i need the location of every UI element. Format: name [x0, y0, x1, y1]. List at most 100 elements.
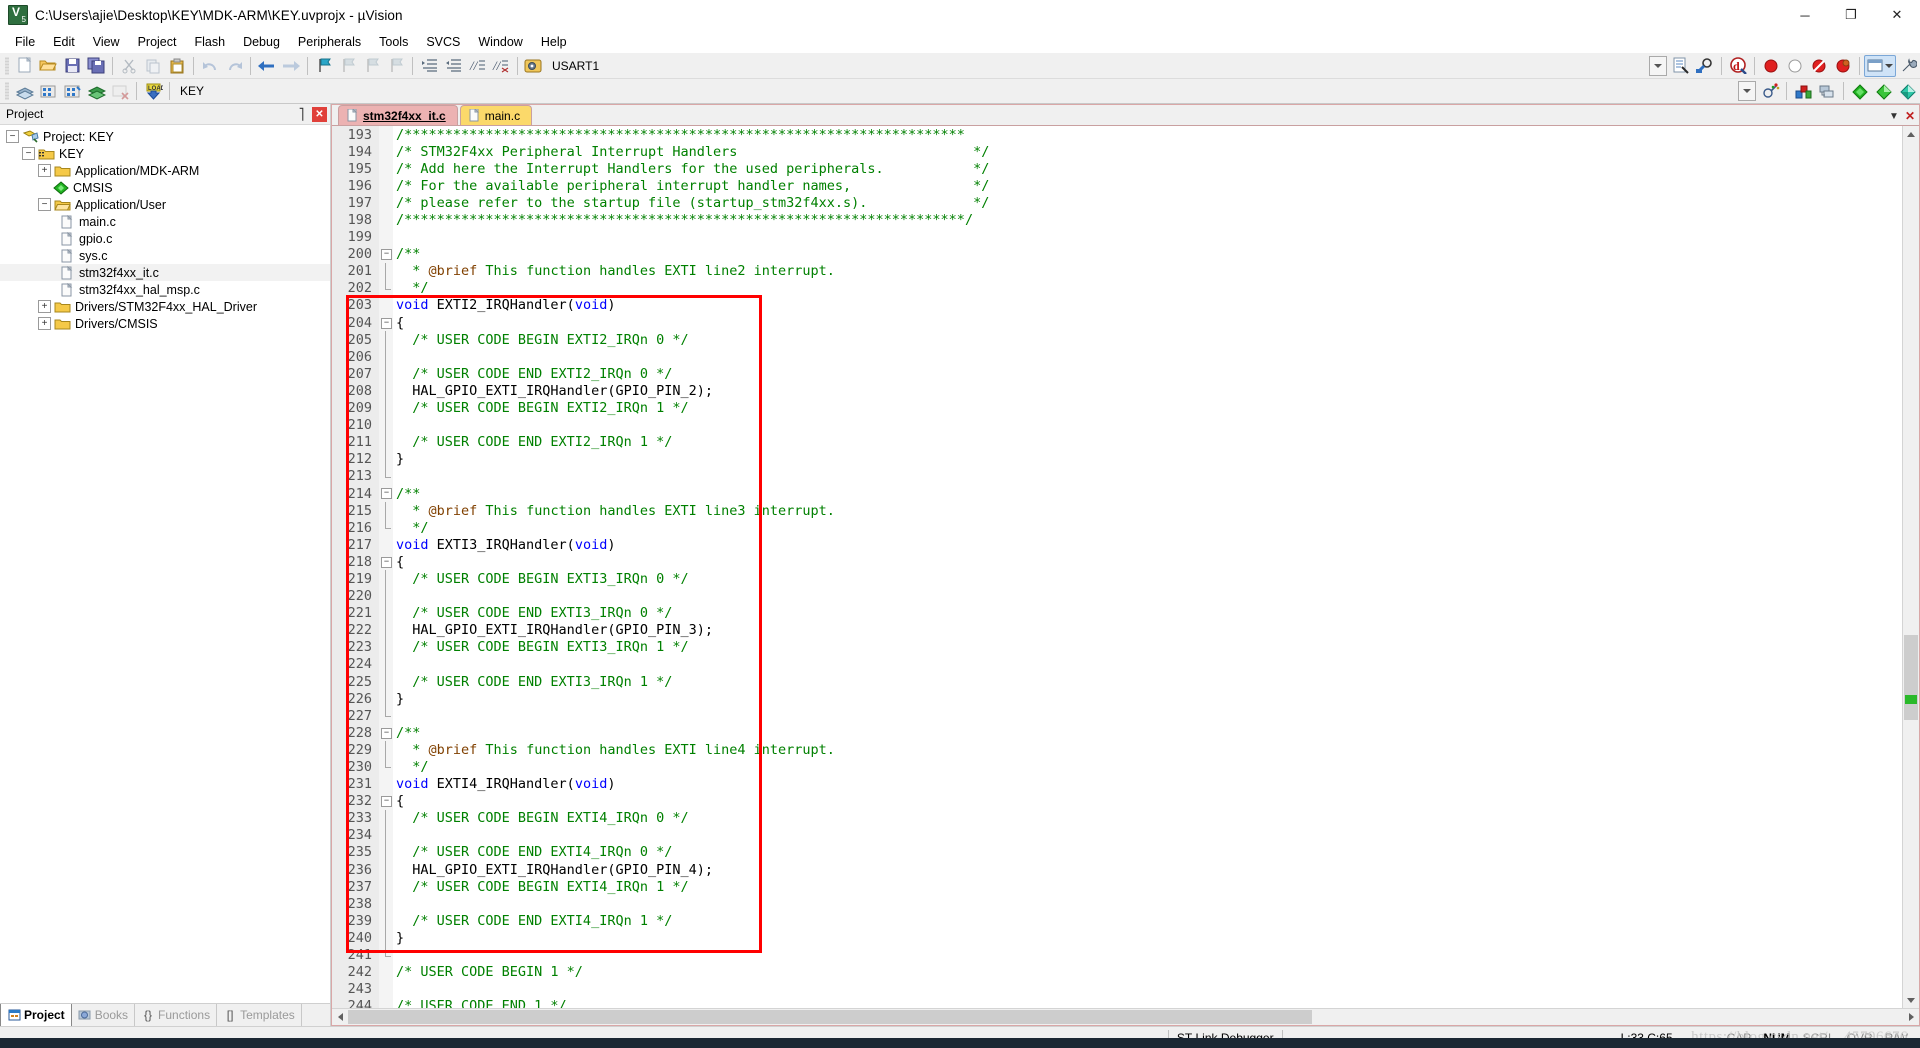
build-icon[interactable]	[37, 81, 59, 102]
new-file-icon[interactable]	[13, 55, 35, 76]
tree-item-project-key[interactable]: − Project: KEY	[0, 128, 330, 145]
code-text[interactable]: /* USER CODE END EXTI2_IRQn 0 */	[393, 366, 672, 382]
code-text[interactable]: /* STM32F4xx Peripheral Interrupt Handle…	[393, 144, 989, 160]
code-text[interactable]: /* USER CODE BEGIN EXTI2_IRQn 1 */	[393, 400, 688, 416]
code-line[interactable]: 227	[332, 707, 1902, 724]
code-line[interactable]: 193 /************************************…	[332, 126, 1902, 143]
menu-peripherals[interactable]: Peripherals	[289, 33, 370, 51]
project-tree[interactable]: − Project: KEY − KEY + Application/MDK-A…	[0, 125, 330, 1003]
menu-edit[interactable]: Edit	[44, 33, 84, 51]
code-text[interactable]: /* USER CODE END EXTI3_IRQn 0 */	[393, 605, 672, 621]
code-line[interactable]: 218−{	[332, 553, 1902, 570]
rebuild-icon[interactable]	[61, 81, 83, 102]
outdent-icon[interactable]	[442, 55, 464, 76]
manage-runtime-icon[interactable]	[1792, 81, 1814, 102]
code-line[interactable]: 211 /* USER CODE END EXTI2_IRQn 1 */	[332, 433, 1902, 451]
code-text[interactable]: */	[393, 280, 428, 296]
menu-debug[interactable]: Debug	[234, 33, 289, 51]
chevron-down-icon[interactable]: ▼	[1889, 111, 1899, 122]
tree-item-application-user[interactable]: − Application/User	[0, 196, 330, 213]
dropdown-arrow-icon[interactable]	[1649, 55, 1667, 76]
code-line[interactable]: 213	[332, 467, 1902, 485]
code-text[interactable]: * @brief This function handles EXTI line…	[393, 503, 835, 519]
fold-marker[interactable]: −	[379, 314, 393, 331]
fold-marker[interactable]: −	[379, 724, 393, 741]
code-text[interactable]: * @brief This function handles EXTI line…	[393, 263, 835, 279]
code-text[interactable]: /* USER CODE END EXTI4_IRQn 0 */	[393, 844, 672, 860]
copy-icon[interactable]	[142, 55, 164, 76]
editor-tab-main-c[interactable]: main.c	[459, 105, 533, 125]
code-line[interactable]: 226}	[332, 690, 1902, 708]
code-text[interactable]: /* USER CODE END 1 */	[393, 998, 567, 1008]
redo-icon[interactable]	[223, 55, 245, 76]
tree-expander[interactable]: −	[6, 130, 19, 143]
code-text[interactable]: /* USER CODE END EXTI3_IRQn 1 */	[393, 674, 672, 690]
code-text[interactable]: */	[393, 520, 428, 536]
find-in-files-icon[interactable]	[1694, 55, 1716, 76]
code-text[interactable]: /* USER CODE END EXTI2_IRQn 1 */	[393, 434, 672, 450]
code-line[interactable]: 240}	[332, 929, 1902, 947]
code-line[interactable]: 194 /* STM32F4xx Peripheral Interrupt Han…	[332, 143, 1902, 160]
code-line[interactable]: 219 /* USER CODE BEGIN EXTI3_IRQn 0 */	[332, 570, 1902, 588]
code-text[interactable]: /* USER CODE END EXTI4_IRQn 1 */	[393, 913, 672, 929]
menu-view[interactable]: View	[84, 33, 129, 51]
toggle-window-icon[interactable]	[1864, 54, 1896, 77]
code-text[interactable]: /* USER CODE BEGIN EXTI4_IRQn 1 */	[393, 879, 688, 895]
target-options-icon[interactable]	[1759, 81, 1781, 102]
code-text[interactable]: }	[393, 691, 404, 707]
code-line[interactable]: 224	[332, 655, 1902, 673]
code-text[interactable]: HAL_GPIO_EXTI_IRQHandler(GPIO_PIN_2);	[393, 383, 713, 399]
code-line[interactable]: 225 /* USER CODE END EXTI3_IRQn 1 */	[332, 673, 1902, 691]
bookmark-prev-icon[interactable]	[337, 55, 359, 76]
tab-templates[interactable]: [] Templates	[217, 1004, 302, 1026]
insert-breakpoint-icon[interactable]	[1760, 55, 1782, 76]
tree-item-stm32f4xx-it-c[interactable]: stm32f4xx_it.c	[0, 264, 330, 281]
code-text[interactable]: HAL_GPIO_EXTI_IRQHandler(GPIO_PIN_4);	[393, 862, 713, 878]
scroll-left-button[interactable]	[332, 1009, 348, 1025]
code-text[interactable]: /***************************************…	[393, 212, 973, 228]
code-line[interactable]: 201 * @brief This function handles EXTI …	[332, 262, 1902, 280]
menu-file[interactable]: File	[6, 33, 44, 51]
tab-books[interactable]: Books	[72, 1004, 136, 1026]
code-text[interactable]: }	[393, 930, 404, 946]
dropdown-arrow-icon[interactable]	[1738, 81, 1756, 101]
menu-help[interactable]: Help	[532, 33, 576, 51]
code-line[interactable]: 215 * @brief This function handles EXTI …	[332, 502, 1902, 520]
code-line[interactable]: 232−{	[332, 793, 1902, 810]
code-line[interactable]: 239 /* USER CODE END EXTI4_IRQn 1 */	[332, 912, 1902, 930]
code-line[interactable]: 242 /* USER CODE BEGIN 1 */	[332, 964, 1902, 981]
pack-installer-icon[interactable]	[1849, 81, 1871, 102]
scroll-right-button[interactable]	[1903, 1009, 1919, 1025]
tree-item-application-mdk-arm[interactable]: + Application/MDK-ARM	[0, 162, 330, 179]
code-line[interactable]: 236 HAL_GPIO_EXTI_IRQHandler(GPIO_PIN_4)…	[332, 861, 1902, 879]
code-viewport[interactable]: 193 /************************************…	[332, 126, 1902, 1008]
vertical-scroll-thumb[interactable]	[1904, 635, 1918, 720]
tree-item-sys-c[interactable]: sys.c	[0, 247, 330, 264]
code-text[interactable]: /* please refer to the startup file (sta…	[393, 195, 989, 211]
tree-expander[interactable]: −	[38, 198, 51, 211]
close-button[interactable]: ✕	[1874, 0, 1920, 30]
code-text[interactable]: {	[393, 315, 404, 331]
cut-icon[interactable]	[118, 55, 140, 76]
menu-flash[interactable]: Flash	[185, 33, 234, 51]
menu-window[interactable]: Window	[469, 33, 531, 51]
code-line[interactable]: 243	[332, 981, 1902, 998]
code-line[interactable]: 205 /* USER CODE BEGIN EXTI2_IRQn 0 */	[332, 331, 1902, 349]
code-lines[interactable]: 193 /************************************…	[332, 126, 1902, 1008]
code-line[interactable]: 209 /* USER CODE BEGIN EXTI2_IRQn 1 */	[332, 399, 1902, 417]
undo-icon[interactable]	[199, 55, 221, 76]
bookmark-next-icon[interactable]	[361, 55, 383, 76]
code-line[interactable]: 241	[332, 946, 1902, 964]
code-text[interactable]: /* USER CODE BEGIN EXTI3_IRQn 0 */	[393, 571, 688, 587]
code-line[interactable]: 217 void EXTI3_IRQHandler(void)	[332, 536, 1902, 553]
multi-project-icon[interactable]	[1816, 81, 1838, 102]
code-text[interactable]: {	[393, 793, 404, 809]
bookmark-toggle-icon[interactable]	[313, 55, 335, 76]
code-line[interactable]: 229 * @brief This function handles EXTI …	[332, 741, 1902, 759]
code-line[interactable]: 195 /* Add here the Interrupt Handlers fo…	[332, 160, 1902, 177]
code-text[interactable]: /* USER CODE BEGIN EXTI3_IRQn 1 */	[393, 639, 688, 655]
settings-wrench-icon[interactable]	[1897, 55, 1919, 76]
code-line[interactable]: 222 HAL_GPIO_EXTI_IRQHandler(GPIO_PIN_3)…	[332, 621, 1902, 639]
tree-item-target-key[interactable]: − KEY	[0, 145, 330, 162]
editor-tab-stm32f4xx-it-c[interactable]: stm32f4xx_it.c	[338, 105, 458, 125]
